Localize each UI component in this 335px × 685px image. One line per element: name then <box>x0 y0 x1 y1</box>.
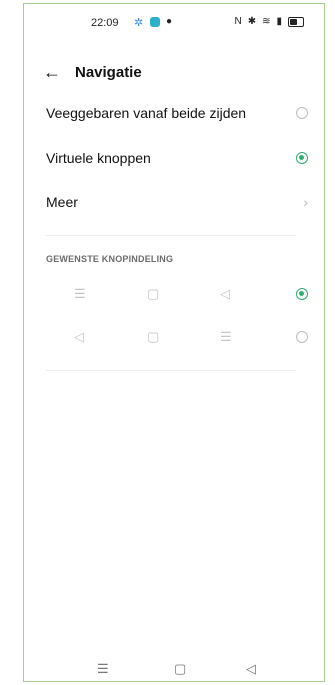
phone-frame: 22:09 ✲ ● N ✱ ≋ ▮ ← Navigatie Veeggebare… <box>23 3 325 682</box>
status-right-icons: N ✱ ≋ ▮ <box>234 16 304 27</box>
back-arrow-icon[interactable]: ← <box>43 63 61 81</box>
status-bar: 22:09 ✲ ● N ✱ ≋ ▮ <box>24 15 324 33</box>
home-icon: ▢ <box>147 329 160 344</box>
gear-icon: ✲ <box>134 17 144 29</box>
layout-option-2[interactable]: ◁ ▢ ☰ <box>46 327 308 347</box>
app-icon <box>150 17 160 27</box>
divider <box>46 370 296 371</box>
nfc-icon: N <box>234 16 242 27</box>
menu-button[interactable]: ☰ <box>97 661 109 677</box>
signal-icon: ▮ <box>276 16 282 27</box>
divider <box>46 235 296 236</box>
chevron-right-icon: › <box>303 194 308 210</box>
layout-option-1[interactable]: ☰ ▢ ◁ <box>46 284 308 304</box>
page-title: Navigatie <box>75 63 142 81</box>
radio-layout-1[interactable] <box>296 288 308 300</box>
wifi-icon: ≋ <box>262 16 271 27</box>
section-title: GEWENSTE KNOPINDELING <box>46 254 174 264</box>
back-button[interactable]: ◁ <box>246 661 256 677</box>
home-button[interactable]: ▢ <box>174 661 186 677</box>
status-time: 22:09 <box>91 17 119 29</box>
header: ← Navigatie <box>43 60 142 84</box>
system-navigation-bar: ☰ ▢ ◁ <box>24 661 324 681</box>
radio-virtual-buttons[interactable] <box>296 152 308 164</box>
battery-icon <box>288 16 304 27</box>
location-icon: ● <box>166 16 173 27</box>
menu-icon: ☰ <box>220 329 232 344</box>
option-virtual-buttons[interactable]: Virtuele knoppen <box>46 146 308 170</box>
menu-icon: ☰ <box>74 286 86 301</box>
radio-layout-2[interactable] <box>296 331 308 343</box>
home-icon: ▢ <box>147 286 160 301</box>
bluetooth-icon: ✱ <box>247 16 257 27</box>
back-icon: ◁ <box>220 286 230 301</box>
option-swipe-gestures[interactable]: Veeggebaren vanaf beide zijden <box>46 101 308 125</box>
back-icon: ◁ <box>74 329 84 344</box>
more-label: Meer <box>46 194 78 210</box>
more-item[interactable]: Meer › <box>46 190 308 214</box>
radio-swipe-gestures[interactable] <box>296 107 308 119</box>
option-label: Veeggebaren vanaf beide zijden <box>46 105 247 121</box>
option-label: Virtuele knoppen <box>46 150 151 166</box>
